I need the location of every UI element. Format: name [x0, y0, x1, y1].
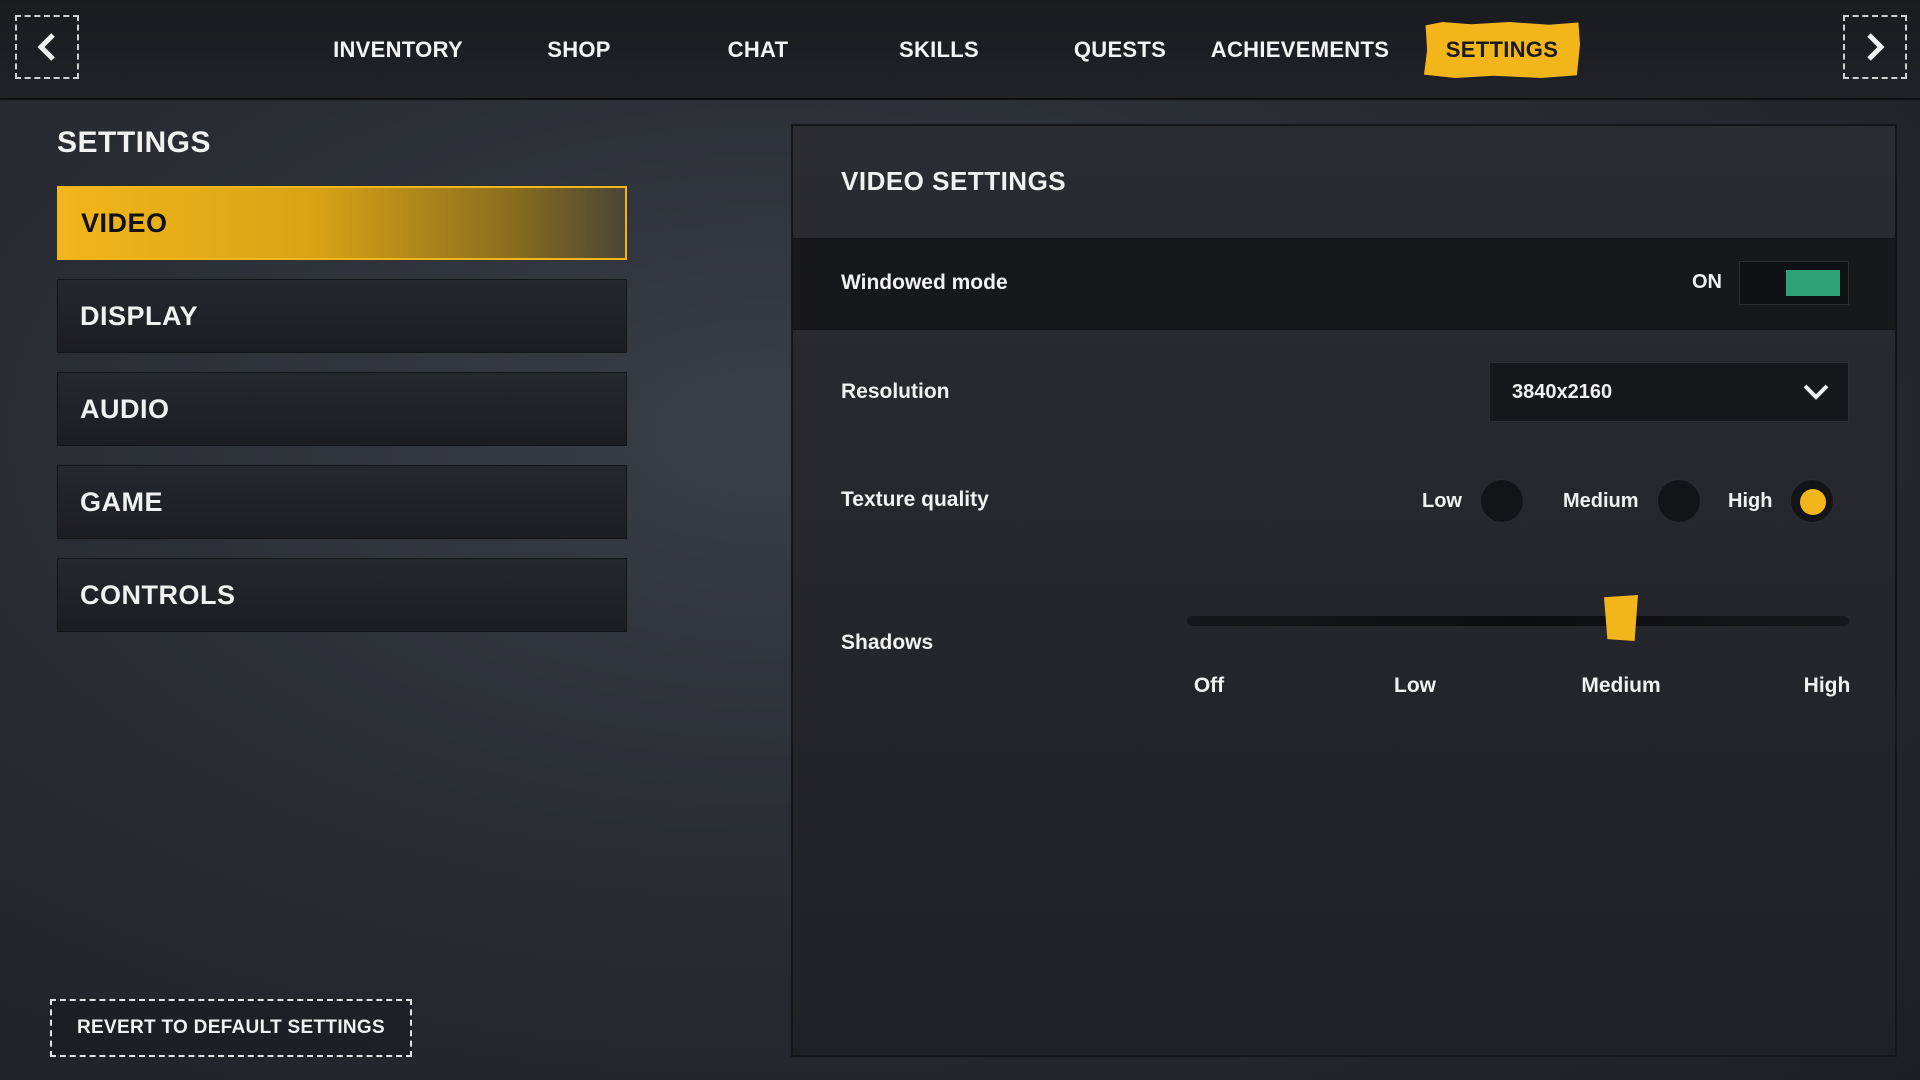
category-display[interactable]: DISPLAY [57, 279, 627, 353]
shadows-level-off: Off [1193, 674, 1225, 697]
tab-skills[interactable]: SKILLS [861, 22, 1017, 78]
chevron-right-icon [1867, 33, 1885, 61]
toggle-knob [1786, 270, 1840, 296]
category-audio[interactable]: AUDIO [57, 372, 627, 446]
category-controls[interactable]: CONTROLS [57, 558, 627, 632]
shadows-level-low: Low [1394, 674, 1436, 697]
windowed-mode-row: Windowed mode ON [793, 238, 1895, 330]
tab-inventory[interactable]: INVENTORY [320, 22, 476, 78]
settings-heading: SETTINGS [57, 126, 212, 159]
shadows-level-medium: Medium [1581, 674, 1661, 697]
shadows-slider[interactable] [1187, 595, 1849, 641]
texture-option-medium[interactable]: Medium [1563, 478, 1701, 524]
prev-tab-button[interactable] [15, 15, 79, 79]
revert-defaults-button[interactable]: REVERT TO DEFAULT SETTINGS [50, 999, 412, 1057]
tab-achievements[interactable]: ACHIEVEMENTS [1211, 22, 1389, 78]
windowed-mode-state: ON [1692, 271, 1722, 293]
texture-option-label: High [1728, 489, 1773, 512]
panel-title: VIDEO SETTINGS [841, 166, 1067, 196]
shadows-label: Shadows [841, 631, 934, 654]
shadows-slider-thumb[interactable] [1604, 595, 1638, 641]
windowed-mode-toggle[interactable] [1739, 261, 1849, 305]
texture-quality-label: Texture quality [841, 488, 989, 511]
tab-settings[interactable]: SETTINGS [1424, 22, 1580, 78]
video-settings-panel: VIDEO SETTINGS Windowed mode ON Resoluti… [791, 124, 1897, 1057]
shadows-level-high: High [1803, 674, 1851, 697]
chevron-left-icon [37, 33, 55, 61]
radio-button[interactable] [1656, 479, 1701, 523]
category-game[interactable]: GAME [57, 465, 627, 539]
texture-option-low[interactable]: Low [1422, 478, 1524, 524]
next-tab-button[interactable] [1843, 15, 1907, 79]
resolution-dropdown[interactable]: 3840x2160 [1489, 362, 1849, 422]
category-video[interactable]: VIDEO [57, 186, 627, 260]
tab-chat[interactable]: CHAT [680, 22, 836, 78]
resolution-label: Resolution [841, 380, 950, 403]
radio-button[interactable] [1480, 479, 1524, 523]
settings-category-list: VIDEO DISPLAY AUDIO GAME CONTROLS [57, 186, 627, 651]
tab-quests[interactable]: QUESTS [1042, 22, 1198, 78]
tab-shop[interactable]: SHOP [501, 22, 657, 78]
texture-option-label: Medium [1563, 489, 1639, 512]
top-nav-bar: INVENTORY SHOP CHAT SKILLS QUESTS ACHIEV… [0, 0, 1920, 100]
resolution-value: 3840x2160 [1512, 380, 1613, 403]
texture-option-label: Low [1422, 489, 1462, 512]
chevron-down-icon [1803, 384, 1829, 400]
radio-button-selected[interactable] [1790, 479, 1835, 523]
windowed-mode-label: Windowed mode [841, 271, 1008, 294]
texture-option-high[interactable]: High [1728, 478, 1835, 524]
